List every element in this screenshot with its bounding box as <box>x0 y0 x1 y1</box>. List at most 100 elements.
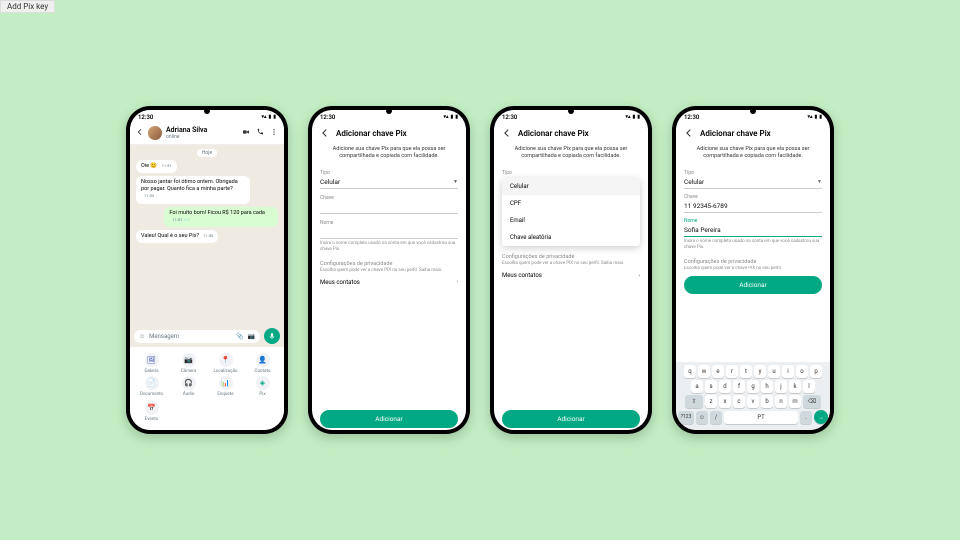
key-h[interactable]: h <box>761 380 773 393</box>
key-q[interactable]: q <box>684 365 696 378</box>
back-icon[interactable] <box>136 128 144 138</box>
status-icons: ▾▴▮▮ <box>625 114 640 120</box>
attachment-sheet-row2: 📅Evento <box>130 399 284 430</box>
chave-input[interactable] <box>320 201 458 214</box>
dropdown-option-aleatoria[interactable]: Chave aleatória <box>502 229 640 246</box>
key-d[interactable]: d <box>719 380 731 393</box>
key-b[interactable]: b <box>761 395 773 408</box>
key-l[interactable]: l <box>803 380 815 393</box>
key-p[interactable]: p <box>810 365 822 378</box>
attach-label: Galeria <box>144 369 158 374</box>
key-r[interactable]: r <box>726 365 738 378</box>
more-icon[interactable] <box>270 128 278 138</box>
avatar[interactable] <box>148 126 162 140</box>
contacts-row[interactable]: Meus contatos › <box>502 267 640 284</box>
key-a[interactable]: a <box>691 380 703 393</box>
slash-key[interactable]: / <box>710 411 722 424</box>
status-icons: ▾▴▮▮ <box>807 114 822 120</box>
camera-icon[interactable]: 📷 <box>248 333 255 340</box>
key-n[interactable]: n <box>775 395 787 408</box>
contacts-row[interactable]: Meus contatos › <box>320 274 458 291</box>
chevron-right-icon: › <box>638 273 640 279</box>
tipo-value: Celular <box>320 178 340 186</box>
phone-4-filled-keyboard: 12:30 ▾▴▮▮ Adicionar chave Pix Adicione … <box>672 106 834 434</box>
message-time: 11:58 <box>203 233 213 238</box>
nome-input[interactable]: Sofia Pereira <box>684 224 822 237</box>
space-key[interactable]: PT <box>724 411 798 424</box>
attach-galeria[interactable]: 🖼Galeria <box>134 353 169 374</box>
message-incoming[interactable]: Nosso jantar foi ótimo ontem. Obrigada p… <box>136 176 250 203</box>
key-k[interactable]: k <box>789 380 801 393</box>
attach-camera[interactable]: 📷Câmera <box>171 353 206 374</box>
message-incoming[interactable]: Oie 😊 11:51 <box>136 160 177 173</box>
message-input[interactable]: ☺ Mensagem 📎 📷 <box>134 330 260 343</box>
key-e[interactable]: e <box>712 365 724 378</box>
tipo-select[interactable]: Celular ▼ <box>320 176 458 189</box>
key-u[interactable]: u <box>768 365 780 378</box>
video-call-icon[interactable] <box>242 128 250 138</box>
attach-enquete[interactable]: 📊Enquete <box>208 376 243 397</box>
attach-icon[interactable]: 📎 <box>236 333 243 340</box>
back-icon[interactable] <box>502 128 512 138</box>
key-i[interactable]: i <box>782 365 794 378</box>
key-w[interactable]: w <box>698 365 710 378</box>
key-o[interactable]: o <box>796 365 808 378</box>
enter-key[interactable]: → <box>814 410 828 424</box>
privacy-desc: Escolha quem pode ver a chave PIX no seu… <box>684 266 822 272</box>
message-text: Foi muito bom! Ficou R$ 120 para cada <box>169 210 265 216</box>
dropdown-icon: ▼ <box>453 179 458 185</box>
period-key[interactable]: . <box>800 411 812 424</box>
chat-messages: Hoje Oie 😊 11:51 Nosso jantar foi ótimo … <box>130 145 284 325</box>
message-incoming[interactable]: Valeu! Qual é o seu Pix? 11:58 <box>136 230 218 243</box>
chat-title-block[interactable]: Adriana Silva online <box>166 126 207 140</box>
attach-pix[interactable]: ◈Pix <box>245 376 280 397</box>
message-time: 11:51 <box>162 163 172 168</box>
nome-input[interactable] <box>320 226 458 239</box>
key-y[interactable]: y <box>754 365 766 378</box>
backspace-key[interactable]: ⌫ <box>803 395 821 408</box>
tipo-value: Celular <box>684 178 704 186</box>
key-x[interactable]: x <box>719 395 731 408</box>
page-title: Adicionar chave Pix <box>700 129 771 138</box>
back-icon[interactable] <box>684 128 694 138</box>
attach-audio[interactable]: 🎧Áudio <box>171 376 206 397</box>
chave-input[interactable]: 11 92345-6789 <box>684 200 822 213</box>
mic-button[interactable] <box>264 328 280 344</box>
emoji-icon[interactable]: ☺ <box>139 333 145 340</box>
form-description: Adicione sua chave Pix para que ela poss… <box>320 146 458 166</box>
key-s[interactable]: s <box>705 380 717 393</box>
battery-icon: ▮ <box>273 114 276 120</box>
key-t[interactable]: t <box>740 365 752 378</box>
key-j[interactable]: j <box>775 380 787 393</box>
key-c[interactable]: c <box>733 395 745 408</box>
add-button[interactable]: Adicionar <box>320 410 458 428</box>
form-header: Adicionar chave Pix <box>676 122 830 144</box>
numbers-key[interactable]: ?123 <box>678 411 694 424</box>
attach-documento[interactable]: 📄Documento <box>134 376 169 397</box>
key-v[interactable]: v <box>747 395 759 408</box>
key-g[interactable]: g <box>747 380 759 393</box>
add-button[interactable]: Adicionar <box>502 410 640 428</box>
keyboard: qwertyuiop asdfghjkl ⇧ zxcvbnm ⌫ ?123 ☺ … <box>676 362 830 430</box>
attach-localizacao[interactable]: 📍Localização <box>208 353 243 374</box>
camera-notch <box>750 108 756 114</box>
back-icon[interactable] <box>320 128 330 138</box>
emoji-key[interactable]: ☺ <box>696 411 708 424</box>
add-button[interactable]: Adicionar <box>684 276 822 294</box>
key-z[interactable]: z <box>705 395 717 408</box>
privacy-title: Configurações de privacidade <box>502 254 640 260</box>
message-outgoing[interactable]: Foi muito bom! Ficou R$ 120 para cada 11… <box>164 207 278 227</box>
dropdown-option-cpf[interactable]: CPF <box>502 195 640 212</box>
attach-contato[interactable]: 👤Contato <box>245 353 280 374</box>
voice-call-icon[interactable] <box>256 128 264 138</box>
attach-label: Contato <box>255 369 271 374</box>
phone-showcase: 12:30 ▾▴ ▮ ▮ Adriana Silva online <box>10 10 950 530</box>
key-m[interactable]: m <box>789 395 801 408</box>
shift-key[interactable]: ⇧ <box>685 395 703 408</box>
status-icons: ▾▴▮▮ <box>443 114 458 120</box>
attach-evento[interactable]: 📅Evento <box>134 401 169 422</box>
key-f[interactable]: f <box>733 380 745 393</box>
tipo-select[interactable]: Celular ▼ <box>684 176 822 189</box>
dropdown-option-email[interactable]: Email <box>502 212 640 229</box>
dropdown-option-celular[interactable]: Celular <box>502 178 640 195</box>
